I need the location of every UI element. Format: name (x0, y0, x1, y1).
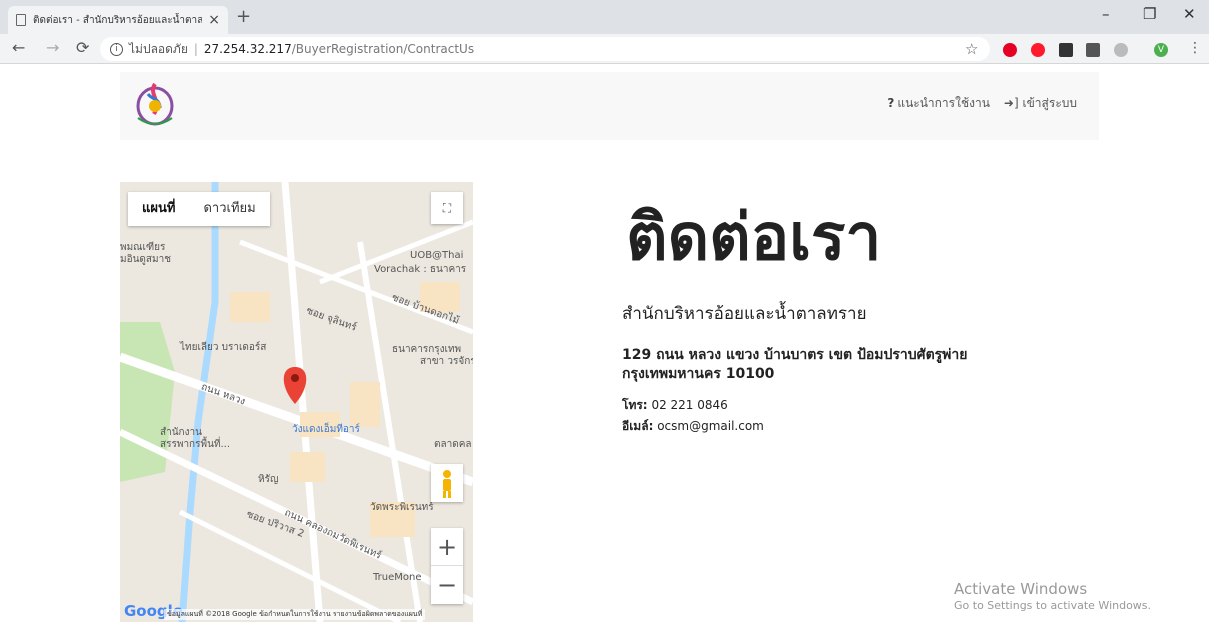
phone-number: 02 221 0846 (651, 398, 728, 412)
login-link[interactable]: ➜] เข้าสู่ระบบ (1004, 94, 1077, 113)
pegman-figure (443, 470, 451, 498)
address: 129 ถนน หลวง แขวง บ้านบาตร เขต ป้อมปราบศ… (622, 346, 1042, 384)
org-logo-icon[interactable] (130, 78, 180, 130)
reload-icon[interactable]: ⟳ (76, 38, 89, 57)
map-label: วัดพระพิเรนทร์ (370, 502, 434, 513)
map-type-control: แผนที่ ดาวเทียม (128, 192, 270, 226)
map-label: วังแดงเอ็มทีอาร์ (292, 424, 360, 435)
download-extension-icon[interactable] (1059, 43, 1073, 57)
site-header: ? แนะนำการใช้งาน ➜] เข้าสู่ระบบ (120, 72, 1099, 140)
watermark-line-1: Activate Windows (954, 580, 1088, 598)
maximize-button[interactable]: ❐ (1143, 5, 1156, 23)
map-attribution[interactable]: ข้อมูลแผนที่ ©2018 Google ข้อกำหนดในการใ… (164, 609, 426, 620)
browser-menu-icon[interactable]: ⋮ (1188, 40, 1202, 56)
minimize-button[interactable]: – (1102, 5, 1110, 23)
zoom-control: + − (431, 528, 463, 604)
page-title: ติดต่อเรา (626, 201, 882, 275)
tab-close-button[interactable]: × (208, 12, 220, 28)
email-address: ocsm@gmail.com (657, 419, 764, 433)
map-label: UOB@Thai (410, 250, 464, 261)
map-label: ตลาดคล (434, 439, 472, 450)
phone-info: โทร: 02 221 0846 (622, 396, 728, 415)
zoom-out-button[interactable]: − (431, 566, 463, 604)
zoom-in-button[interactable]: + (431, 528, 463, 566)
sign-in-icon: ➜] (1003, 96, 1019, 110)
forward-icon[interactable]: → (46, 38, 59, 57)
address-line-1: 129 ถนน หลวง แขวง บ้านบาตร เขต ป้อมปราบศ… (622, 347, 968, 363)
url-host: 27.254.32.217 (203, 42, 292, 56)
pegman-icon[interactable] (431, 464, 463, 502)
extension-icon[interactable] (1086, 43, 1100, 57)
browser-tab-bar: ติดต่อเรา - สำนักบริหารอ้อยและน้ำตาล × +… (0, 0, 1209, 34)
email-info: อีเมล์: ocsm@gmail.com (622, 417, 764, 436)
tab-title: ติดต่อเรา - สำนักบริหารอ้อยและน้ำตาล (33, 14, 203, 26)
map-label: มอินดูสมาช (120, 254, 172, 265)
address-line-2: กรุงเทพมหานคร 10100 (622, 366, 775, 382)
building-block (290, 452, 325, 482)
map-label: หิรัญ (258, 474, 279, 485)
map-canvas[interactable] (120, 182, 473, 622)
close-window-button[interactable]: ✕ (1183, 5, 1196, 23)
url-path: /BuyerRegistration/ContractUs (291, 42, 475, 56)
question-icon: ? (887, 96, 895, 110)
map-label: Vorachak : ธนาคาร (374, 264, 467, 275)
satellite-type-button[interactable]: ดาวเทียม (189, 192, 269, 226)
info-icon[interactable]: i (110, 42, 123, 56)
url-separator: | (193, 42, 198, 56)
header-nav: ? แนะนำการใช้งาน ➜] เข้าสู่ระบบ (887, 94, 1077, 113)
profile-avatar[interactable]: V (1154, 43, 1168, 57)
browser-toolbar: ← → ⟳ i ไม่ปลอดภัย | 27.254.32.217 /Buye… (0, 34, 1209, 64)
opera-extension-icon[interactable] (1031, 43, 1045, 57)
map-label: สาขา วรจักร (420, 356, 473, 367)
email-label: อีเมล์: (622, 419, 654, 433)
login-link-label: เข้าสู่ระบบ (1022, 96, 1078, 110)
building-block (350, 382, 380, 427)
bookmark-star-icon[interactable]: ☆ (965, 40, 978, 58)
fullscreen-icon[interactable]: ⛶ (431, 192, 463, 224)
building-block (230, 292, 270, 322)
new-tab-button[interactable]: + (236, 6, 251, 27)
map-label: สรรพากรพื้นที่... (160, 439, 231, 450)
windows-activation-watermark: Activate Windows Go to Settings to activ… (954, 580, 1151, 614)
watermark-line-2: Go to Settings to activate Windows. (954, 599, 1152, 612)
marker-dot (291, 374, 299, 382)
organization-name: สำนักบริหารอ้อยและน้ำตาลทราย (622, 304, 867, 324)
guide-link-label: แนะนำการใช้งาน (897, 96, 990, 110)
security-label: ไม่ปลอดภัย (129, 41, 188, 56)
page-icon (16, 14, 26, 26)
puzzle-extension-icon[interactable] (1114, 43, 1128, 57)
map-label: TrueMone (373, 572, 422, 583)
google-map[interactable]: แผนที่ ดาวเทียม ⛶ ไทยเลียว บราเดอร์ส UOB… (120, 182, 473, 622)
map-type-button[interactable]: แผนที่ (128, 192, 189, 226)
pinterest-extension-icon[interactable] (1003, 43, 1017, 57)
browser-tab[interactable]: ติดต่อเรา - สำนักบริหารอ้อยและน้ำตาล × (8, 6, 228, 34)
address-bar[interactable]: i ไม่ปลอดภัย | 27.254.32.217 /BuyerRegis… (100, 37, 990, 61)
back-icon[interactable]: ← (12, 38, 25, 57)
guide-link[interactable]: ? แนะนำการใช้งาน (887, 94, 990, 113)
map-label: ไทยเลียว บราเดอร์ส (180, 342, 267, 353)
phone-label: โทร: (622, 398, 648, 412)
